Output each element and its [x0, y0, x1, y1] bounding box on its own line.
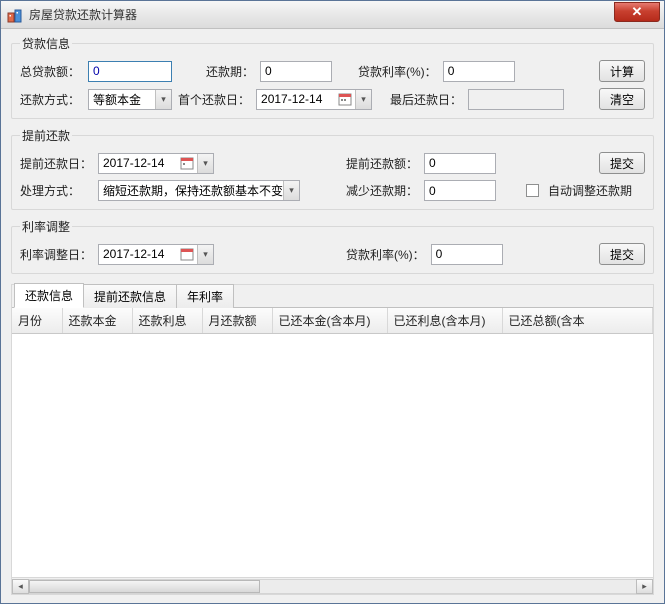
rate-adjust-group: 利率调整 利率调整日： 2017-12-14 ▾ 贷款利率(%)： 提交: [11, 218, 654, 274]
handle-method-value: 缩短还款期，保持还款额基本不变: [103, 182, 283, 199]
last-date-label: 最后还款日：: [390, 91, 462, 108]
tab-prepay-info[interactable]: 提前还款信息: [83, 284, 177, 308]
clear-button[interactable]: 清空: [599, 88, 645, 110]
prepay-date-value: 2017-12-14: [103, 156, 177, 170]
titlebar[interactable]: 房屋贷款还款计算器 ✕: [1, 1, 664, 29]
col-interest[interactable]: 还款利息: [132, 308, 202, 334]
rateadj-date-label: 利率调整日：: [20, 246, 92, 263]
col-paid-total[interactable]: 已还总额(含本: [502, 308, 653, 334]
chevron-down-icon: ▾: [197, 154, 213, 173]
chevron-down-icon: ▾: [355, 90, 371, 109]
window-title: 房屋贷款还款计算器: [29, 6, 137, 23]
rate-adjust-legend: 利率调整: [20, 218, 72, 235]
scroll-track[interactable]: [29, 579, 636, 594]
handle-method-combo[interactable]: 缩短还款期，保持还款额基本不变 ▾: [98, 180, 300, 201]
chevron-down-icon: ▾: [155, 90, 171, 109]
scroll-left-button[interactable]: ◂: [12, 579, 29, 594]
results-panel: 还款信息 提前还款信息 年利率 月份 还款本金 还款利息 月还款额: [11, 284, 654, 595]
calculate-button[interactable]: 计算: [599, 60, 645, 82]
app-window: 房屋贷款还款计算器 ✕ 贷款信息 总贷款额： 还款期： 贷款利率(%)： 计算 …: [0, 0, 665, 604]
prepay-group: 提前还款 提前还款日： 2017-12-14 ▾ 提前还款额： 提交 处理方式：: [11, 127, 654, 210]
app-icon: [7, 7, 23, 23]
handle-method-label: 处理方式：: [20, 182, 92, 199]
table-header-row: 月份 还款本金 还款利息 月还款额 已还本金(含本月) 已还利息(含本月) 已还…: [12, 308, 653, 334]
auto-adjust-label: 自动调整还款期: [548, 182, 632, 199]
tabstrip: 还款信息 提前还款信息 年利率: [12, 285, 653, 308]
horizontal-scrollbar[interactable]: ◂ ▸: [12, 577, 653, 594]
rateadj-rate-label: 贷款利率(%)：: [346, 246, 425, 263]
reduce-periods-input[interactable]: [424, 180, 496, 201]
loan-rate-input[interactable]: [443, 61, 515, 82]
auto-adjust-checkbox[interactable]: [526, 184, 539, 197]
chevron-down-icon: ▾: [197, 245, 213, 264]
loan-info-group: 贷款信息 总贷款额： 还款期： 贷款利率(%)： 计算 还款方式： 等额本金 ▾: [11, 35, 654, 119]
total-loan-label: 总贷款额：: [20, 63, 82, 80]
col-paid-interest[interactable]: 已还利息(含本月): [387, 308, 502, 334]
scroll-right-button[interactable]: ▸: [636, 579, 653, 594]
col-principal[interactable]: 还款本金: [62, 308, 132, 334]
first-date-label: 首个还款日：: [178, 91, 250, 108]
total-loan-input[interactable]: [88, 61, 172, 82]
rateadj-submit-button[interactable]: 提交: [599, 243, 645, 265]
repay-method-label: 还款方式：: [20, 91, 82, 108]
col-monthly[interactable]: 月还款额: [202, 308, 272, 334]
col-paid-principal[interactable]: 已还本金(含本月): [272, 308, 387, 334]
prepay-submit-button[interactable]: 提交: [599, 152, 645, 174]
rateadj-date-value: 2017-12-14: [103, 247, 177, 261]
loan-info-legend: 贷款信息: [20, 35, 72, 52]
last-date-output: [468, 89, 564, 110]
repay-method-value: 等额本金: [93, 91, 141, 108]
client-area: 贷款信息 总贷款额： 还款期： 贷款利率(%)： 计算 还款方式： 等额本金 ▾: [1, 29, 664, 603]
periods-input[interactable]: [260, 61, 332, 82]
first-date-value: 2017-12-14: [261, 92, 335, 106]
close-button[interactable]: ✕: [614, 2, 660, 22]
rateadj-rate-input[interactable]: [431, 244, 503, 265]
prepay-amount-label: 提前还款额：: [346, 155, 418, 172]
loan-rate-label: 贷款利率(%)：: [358, 63, 437, 80]
result-grid[interactable]: 月份 还款本金 还款利息 月还款额 已还本金(含本月) 已还利息(含本月) 已还…: [12, 308, 653, 577]
calendar-icon: [338, 92, 352, 106]
first-date-picker[interactable]: 2017-12-14 ▾: [256, 89, 372, 110]
calendar-icon: [180, 156, 194, 170]
col-month[interactable]: 月份: [12, 308, 62, 334]
prepay-date-picker[interactable]: 2017-12-14 ▾: [98, 153, 214, 174]
repay-method-combo[interactable]: 等额本金 ▾: [88, 89, 172, 110]
reduce-periods-label: 减少还款期：: [346, 182, 418, 199]
periods-label: 还款期：: [206, 63, 254, 80]
rateadj-date-picker[interactable]: 2017-12-14 ▾: [98, 244, 214, 265]
prepay-amount-input[interactable]: [424, 153, 496, 174]
tab-repay-info[interactable]: 还款信息: [14, 283, 84, 308]
prepay-legend: 提前还款: [20, 127, 72, 144]
calendar-icon: [180, 247, 194, 261]
prepay-date-label: 提前还款日：: [20, 155, 92, 172]
chevron-down-icon: ▾: [283, 181, 299, 200]
scroll-thumb[interactable]: [29, 580, 260, 593]
tab-annual-rate[interactable]: 年利率: [176, 284, 234, 308]
